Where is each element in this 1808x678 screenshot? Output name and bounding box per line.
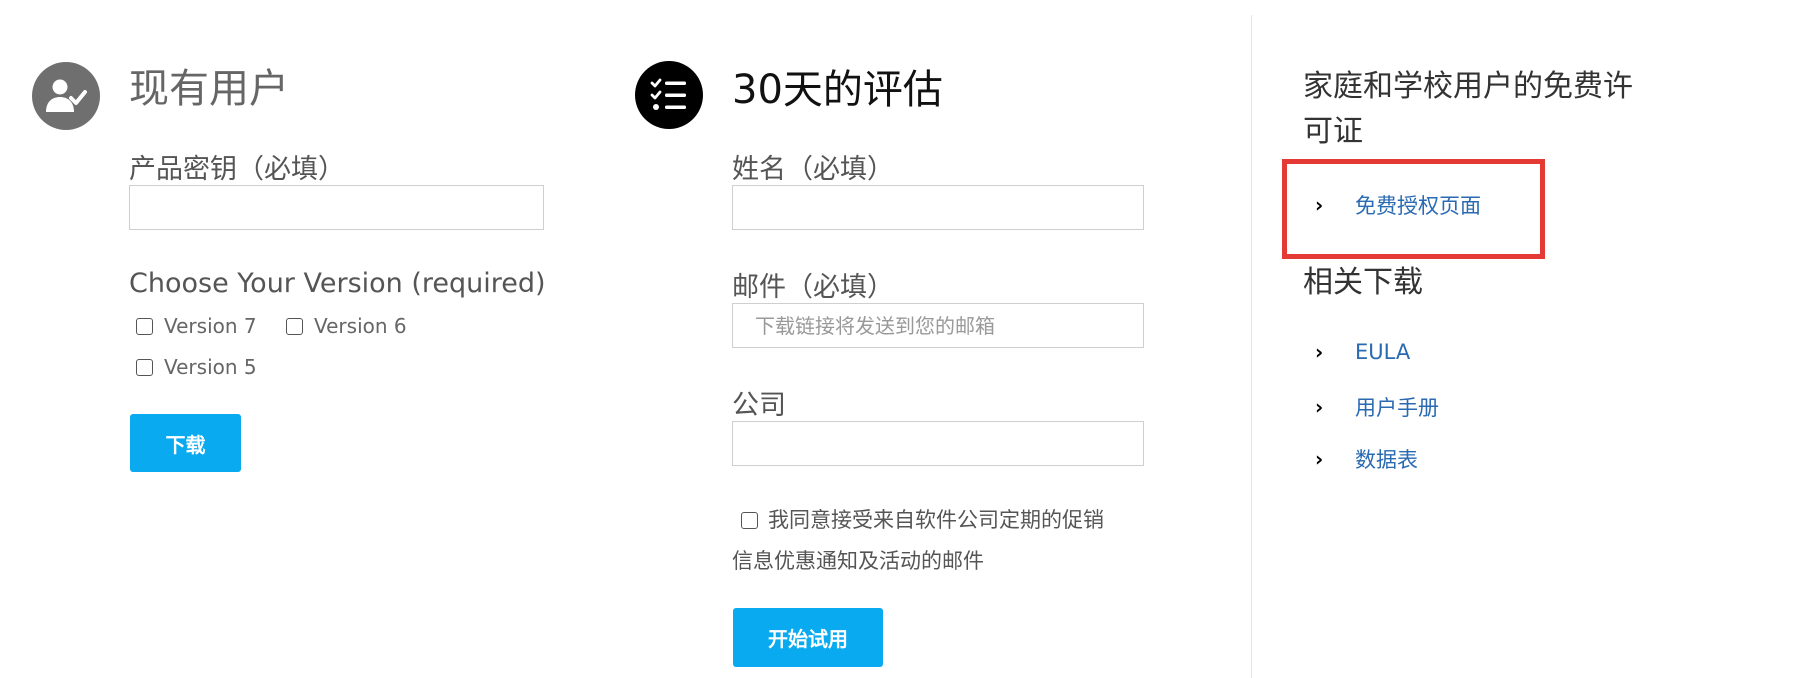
- eula-link-text[interactable]: EULA: [1355, 340, 1410, 364]
- column-divider: [1251, 15, 1252, 678]
- company-label: 公司: [732, 390, 786, 421]
- email-input[interactable]: [732, 303, 1144, 348]
- free-license-title-line2: 可证: [1303, 114, 1363, 149]
- chevron-right-icon: ›: [1315, 447, 1324, 471]
- product-key-label: 产品密钥（必填）: [129, 154, 345, 185]
- related-downloads-title: 相关下载: [1303, 265, 1423, 300]
- user-check-icon: [32, 62, 100, 130]
- email-label: 邮件（必填）: [732, 272, 894, 303]
- version-7-option[interactable]: Version 7: [136, 314, 257, 338]
- free-license-link[interactable]: › 免费授权页面: [1315, 190, 1481, 220]
- version-label: Choose Your Version (required): [129, 268, 546, 299]
- checklist-icon: [635, 61, 703, 129]
- chevron-right-icon: ›: [1315, 395, 1324, 419]
- free-license-link-text[interactable]: 免费授权页面: [1355, 190, 1481, 220]
- datasheet-link-text[interactable]: 数据表: [1355, 444, 1418, 474]
- version-6-option[interactable]: Version 6: [286, 314, 407, 338]
- version-7-checkbox[interactable]: [136, 317, 153, 335]
- product-key-input[interactable]: [129, 185, 544, 230]
- consent-checkbox[interactable]: [741, 512, 758, 529]
- chevron-right-icon: ›: [1315, 340, 1324, 364]
- chevron-right-icon: ›: [1315, 193, 1324, 217]
- version-7-label: Version 7: [164, 314, 257, 338]
- version-5-option[interactable]: Version 5: [136, 355, 257, 379]
- start-trial-button[interactable]: 开始试用: [733, 608, 883, 667]
- version-6-label: Version 6: [314, 314, 407, 338]
- evaluation-title: 30天的评估: [732, 67, 943, 113]
- free-license-title-line1: 家庭和学校用户的免费许: [1303, 69, 1633, 104]
- eula-link[interactable]: › EULA: [1315, 340, 1410, 364]
- user-manual-link-text[interactable]: 用户手册: [1355, 392, 1439, 422]
- consent-text-line2: 信息优惠通知及活动的邮件: [732, 549, 984, 573]
- existing-users-title: 现有用户: [129, 66, 289, 112]
- name-input[interactable]: [732, 185, 1144, 230]
- user-manual-link[interactable]: › 用户手册: [1315, 392, 1439, 422]
- version-6-checkbox[interactable]: [286, 317, 303, 335]
- datasheet-link[interactable]: › 数据表: [1315, 444, 1418, 474]
- consent-text-line1: 我同意接受来自软件公司定期的促销: [768, 508, 1104, 532]
- name-label: 姓名（必填）: [732, 154, 894, 185]
- version-5-checkbox[interactable]: [136, 358, 153, 376]
- download-button[interactable]: 下载: [130, 414, 241, 472]
- free-license-title: 家庭和学校用户的免费许 可证: [1303, 64, 1633, 154]
- version-5-label: Version 5: [164, 355, 257, 379]
- company-input[interactable]: [732, 421, 1144, 466]
